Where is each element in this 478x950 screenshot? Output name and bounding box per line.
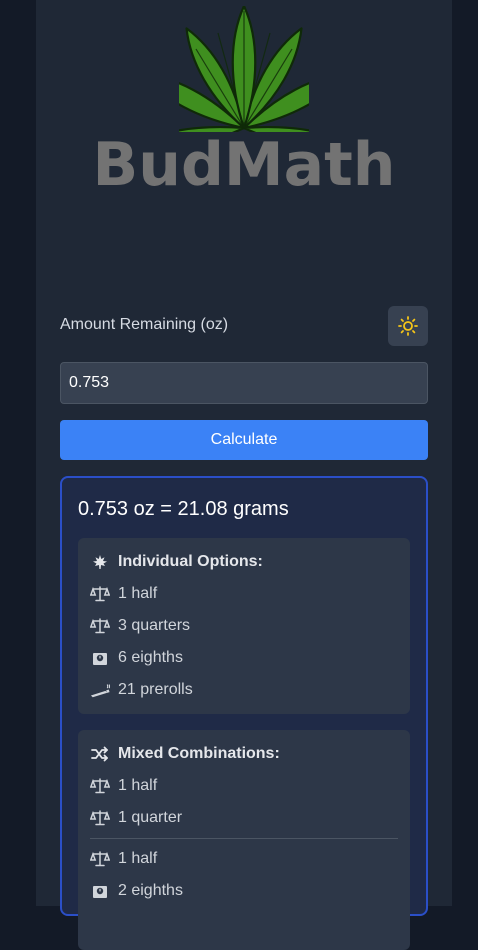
leaf-icon: [90, 552, 110, 572]
scale-icon: [90, 808, 110, 828]
brand-title: BudMath: [92, 130, 396, 200]
list-item-label: 6 eighths: [118, 649, 183, 666]
list-item: 3 quarters: [90, 616, 190, 636]
list-item-label: 2 eighths: [118, 882, 183, 899]
scale-icon: [90, 584, 110, 604]
list-item: 1 half: [90, 776, 157, 796]
result-panel: 0.753 oz = 21.08 grams Individual Option…: [60, 476, 428, 950]
list-item: 21 prerolls: [90, 680, 193, 700]
calculate-button[interactable]: Calculate: [60, 420, 428, 460]
joint-icon: [90, 680, 110, 700]
theme-toggle-button[interactable]: [388, 306, 428, 346]
list-item: 6 eighths: [90, 648, 183, 668]
list-item: 1 half: [90, 849, 157, 869]
cannabis-leaf-icon: [179, 6, 309, 132]
list-item: 2 eighths: [90, 881, 183, 901]
scale-icon: [90, 776, 110, 796]
scale-icon: [90, 849, 110, 869]
list-item-label: 21 prerolls: [118, 681, 193, 698]
weight-icon: [90, 648, 110, 668]
list-item-label: 3 quarters: [118, 617, 191, 634]
app-panel: BudMath Amount Remaining (oz) Calculate …: [36, 0, 452, 950]
list-item-label: 1 quarter: [118, 809, 183, 826]
individual-options-label: Individual Options:: [118, 553, 263, 570]
mixed-combinations-card: Mixed Combinations: 1 half 1 quarter 1 h…: [78, 730, 410, 950]
individual-options-heading: Individual Options:: [90, 552, 263, 572]
scale-icon: [90, 616, 110, 636]
list-item-label: 1 half: [118, 777, 158, 794]
mixed-combinations-label: Mixed Combinations:: [118, 745, 280, 762]
list-item: 1 quarter: [90, 808, 182, 828]
shuffle-icon: [90, 744, 110, 764]
amount-label: Amount Remaining (oz): [60, 316, 229, 333]
amount-input[interactable]: [60, 362, 428, 404]
result-summary: 0.753 oz = 21.08 grams: [78, 498, 289, 520]
combo-divider: [90, 838, 398, 839]
sun-icon: [398, 316, 418, 336]
weight-icon: [90, 881, 110, 901]
list-item-label: 1 half: [118, 585, 158, 602]
list-item: 1 half: [90, 584, 157, 604]
individual-options-card: Individual Options: 1 half 3 quarters 6 …: [78, 538, 410, 714]
logo: BudMath: [36, 0, 452, 200]
list-item-label: 1 half: [118, 850, 158, 867]
mixed-combinations-heading: Mixed Combinations:: [90, 744, 280, 764]
